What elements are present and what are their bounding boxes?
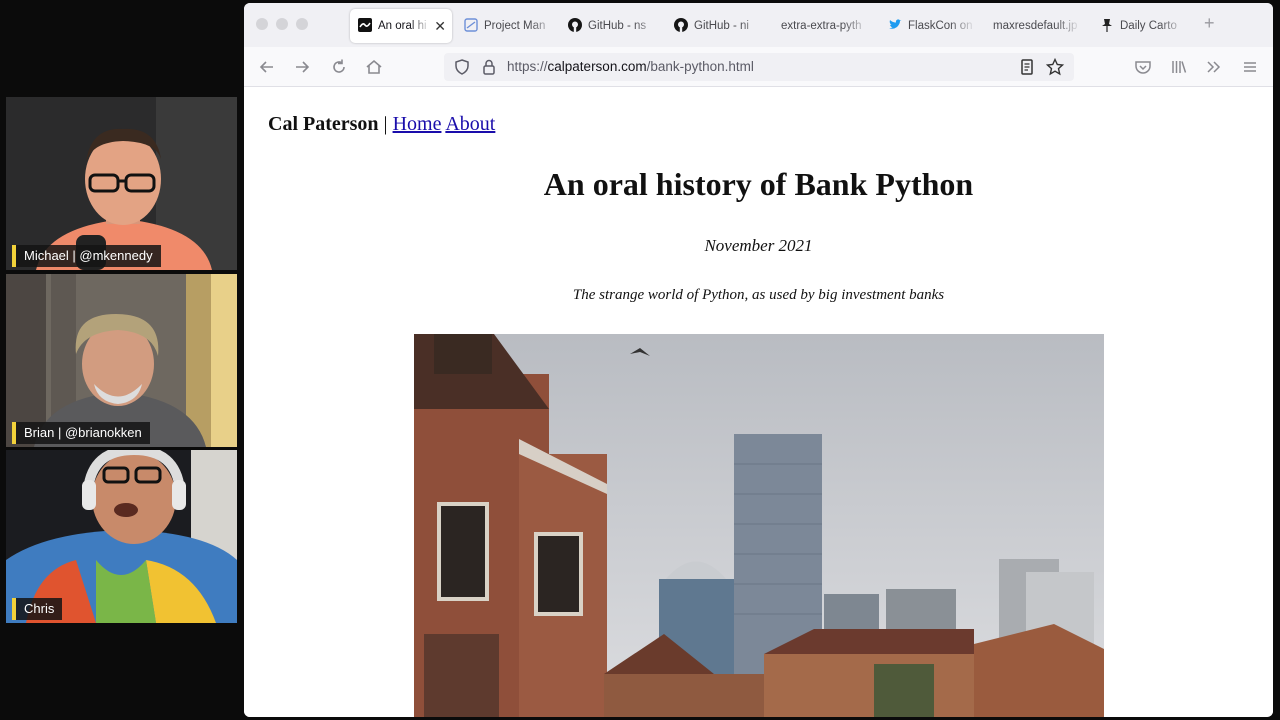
hamburger-menu-icon[interactable] <box>1240 57 1260 77</box>
tab-github-2[interactable]: GitHub - ni <box>666 9 766 43</box>
browser-window: An oral hi ✕ Project Man GitHub - ns Git… <box>244 3 1273 717</box>
tab-github-1[interactable]: GitHub - ns <box>560 9 660 43</box>
nav-link-home[interactable]: Home <box>393 113 442 135</box>
window-zoom-button[interactable] <box>296 18 308 30</box>
site-name: Cal Paterson <box>268 113 379 135</box>
tab-daily-cartoon[interactable]: Daily Carto <box>1092 9 1186 43</box>
reader-view-icon[interactable] <box>1017 57 1037 77</box>
new-tab-button[interactable]: + <box>1204 13 1215 34</box>
navigation-toolbar: https://calpaterson.com/bank-python.html <box>244 47 1273 87</box>
tab-oral-history[interactable]: An oral hi ✕ <box>350 9 452 43</box>
participant-tile-brian: Brian | @brianokken <box>6 274 237 447</box>
article-subtitle: The strange world of Python, as used by … <box>572 287 945 303</box>
bookmark-star-icon[interactable] <box>1045 57 1065 77</box>
tracking-shield-icon[interactable] <box>452 57 472 77</box>
twitter-icon <box>889 19 902 29</box>
tab-maxresdefault[interactable]: maxresdefault.jp <box>985 9 1081 43</box>
site-header: Cal Paterson | Home About <box>268 113 495 136</box>
header-separator: | <box>378 113 393 135</box>
article-date: November 2021 <box>704 236 813 255</box>
tab-close-icon[interactable]: ✕ <box>434 9 446 43</box>
pocket-icon[interactable] <box>1133 57 1153 77</box>
participant-name-tag: Brian | @brianokken <box>12 422 150 444</box>
calpaterson-logo-icon <box>358 18 372 32</box>
web-page-content: Cal Paterson | Home About An oral histor… <box>244 88 1273 717</box>
participant-tile-chris: Chris <box>6 450 237 623</box>
tab-project-management[interactable]: Project Man <box>456 9 556 43</box>
tab-bar: An oral hi ✕ Project Man GitHub - ns Git… <box>244 3 1273 47</box>
nav-link-about[interactable]: About <box>445 113 495 135</box>
github-icon <box>674 18 688 32</box>
reload-icon[interactable] <box>329 57 349 77</box>
window-minimize-button[interactable] <box>276 18 288 30</box>
url-text[interactable]: https://calpaterson.com/bank-python.html <box>507 59 754 74</box>
forward-icon[interactable] <box>292 57 312 77</box>
github-icon <box>568 18 582 32</box>
participant-tile-michael: Michael | @mkennedy <box>6 97 237 270</box>
overflow-chevrons-icon[interactable] <box>1204 57 1224 77</box>
pin-icon <box>1102 19 1112 32</box>
lock-icon[interactable] <box>479 57 499 77</box>
project-icon <box>464 18 478 32</box>
tab-extra-extra-python[interactable]: extra-extra-pyth <box>773 9 869 43</box>
library-icon[interactable] <box>1169 57 1189 77</box>
window-close-button[interactable] <box>256 18 268 30</box>
back-icon[interactable] <box>257 57 277 77</box>
url-bar[interactable]: https://calpaterson.com/bank-python.html <box>444 53 1074 81</box>
home-icon[interactable] <box>364 57 384 77</box>
participant-name-tag: Michael | @mkennedy <box>12 245 161 267</box>
tab-flaskcon[interactable]: FlaskCon on <box>880 9 976 43</box>
article-title: An oral history of Bank Python <box>543 166 974 202</box>
hero-image <box>414 334 1104 717</box>
participant-name-tag: Chris <box>12 598 63 620</box>
